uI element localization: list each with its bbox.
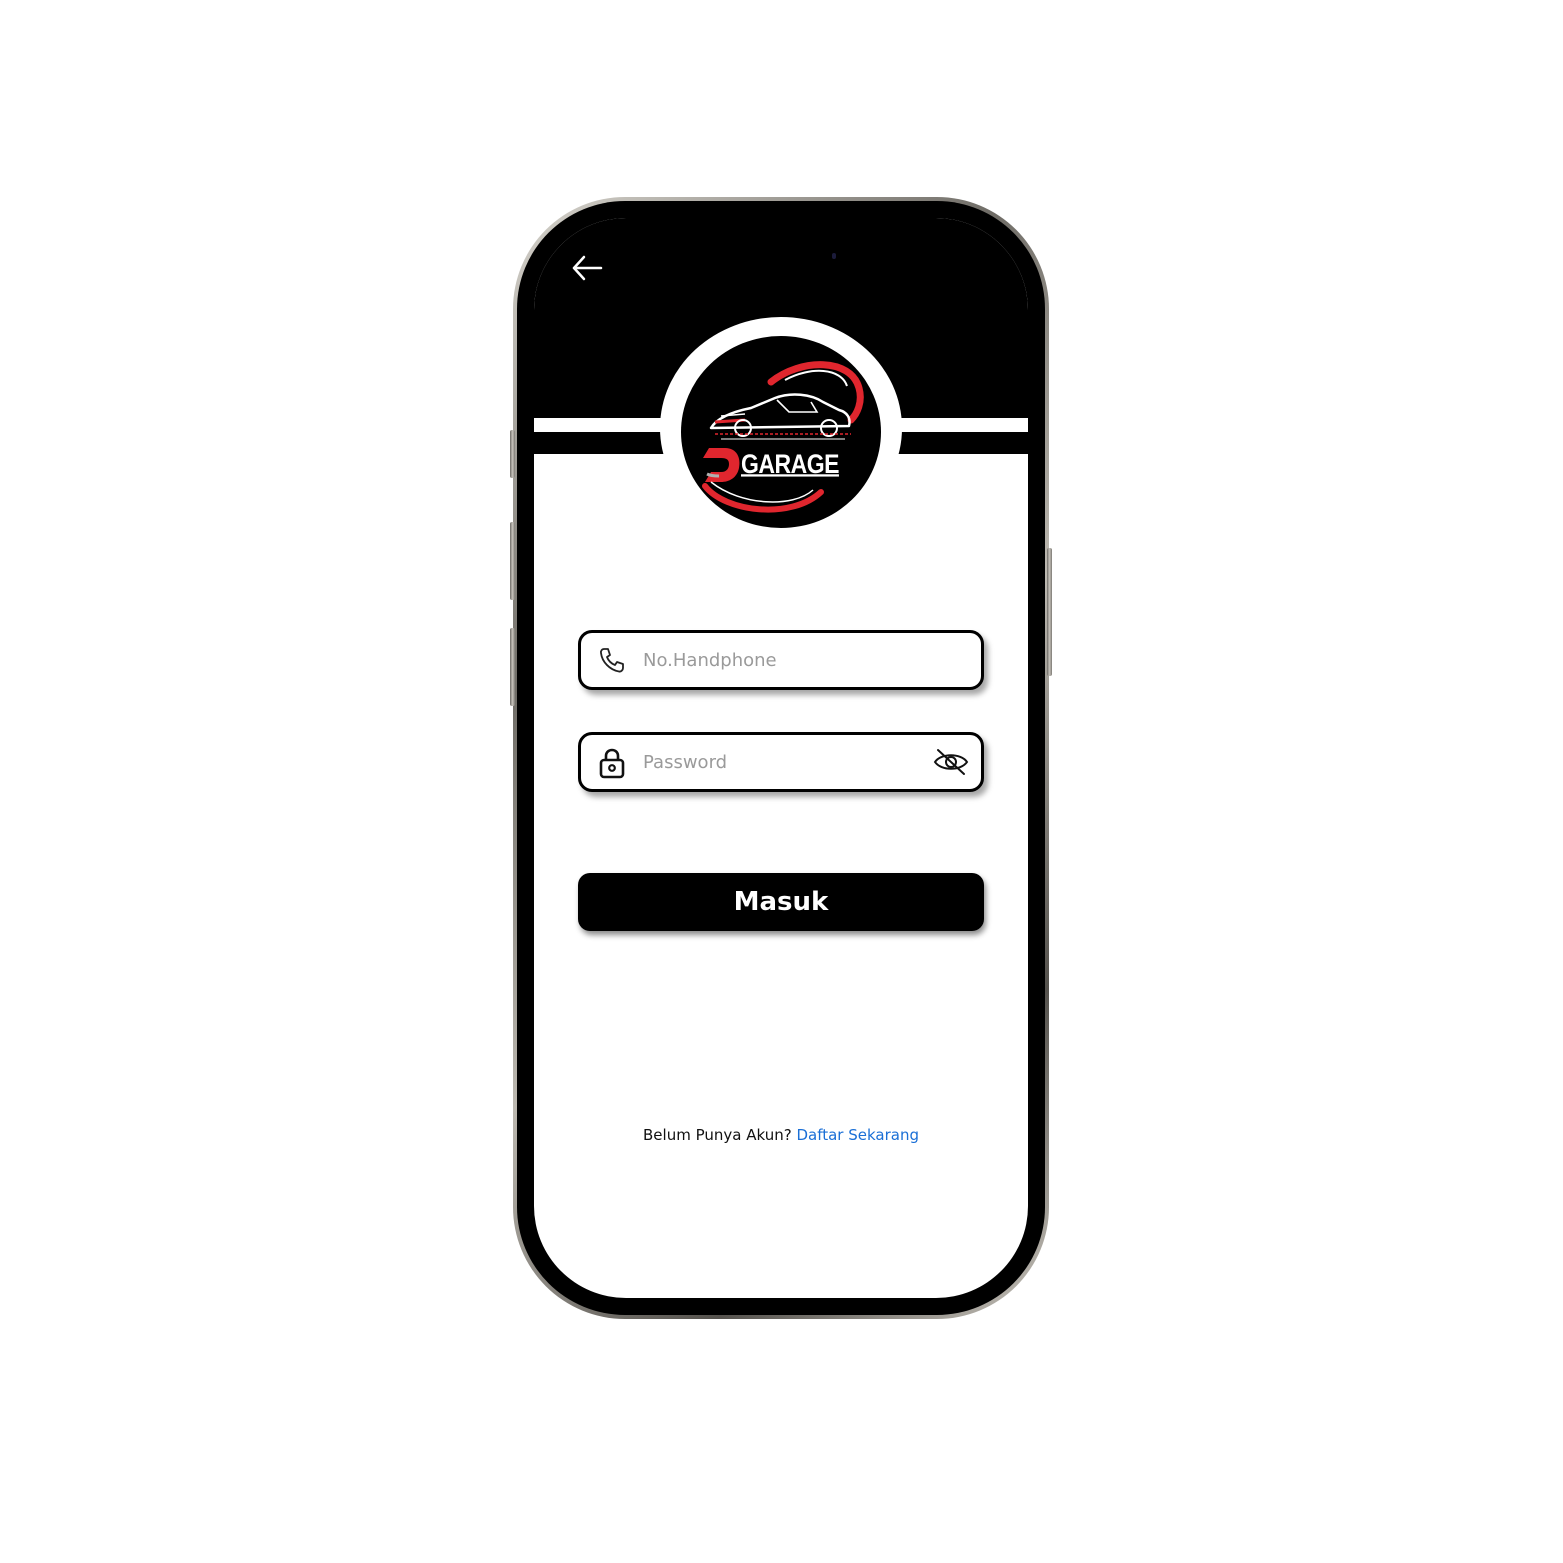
front-camera <box>832 253 836 259</box>
phone-input[interactable] <box>643 641 933 679</box>
login-screen: GARAGE No.Handphone Masuk Belum Punya Ak… <box>534 218 1028 1298</box>
register-prompt: Belum Punya Akun? Daftar Sekarang <box>534 1126 1028 1144</box>
register-link[interactable]: Daftar Sekarang <box>796 1126 919 1144</box>
eye-off-icon <box>933 749 969 775</box>
phone-field[interactable] <box>578 630 984 690</box>
register-prompt-text: Belum Punya Akun? <box>643 1126 797 1144</box>
toggle-password-visibility[interactable] <box>933 746 969 778</box>
login-button[interactable]: Masuk <box>578 873 984 931</box>
car-logo-icon <box>702 361 864 513</box>
volume-up-button <box>510 522 515 600</box>
password-input[interactable] <box>643 743 933 781</box>
garage-logo: GARAGE <box>681 336 881 528</box>
action-button <box>510 430 515 478</box>
stage: GARAGE No.Handphone Masuk Belum Punya Ak… <box>0 0 1563 1563</box>
phone-icon <box>597 645 627 675</box>
lock-icon <box>597 747 627 779</box>
volume-down-button <box>510 628 515 706</box>
password-field[interactable] <box>578 732 984 792</box>
power-button <box>1047 548 1052 676</box>
arrow-left-icon <box>572 255 603 281</box>
back-button[interactable] <box>568 248 608 288</box>
brand-name: GARAGE <box>741 448 839 479</box>
